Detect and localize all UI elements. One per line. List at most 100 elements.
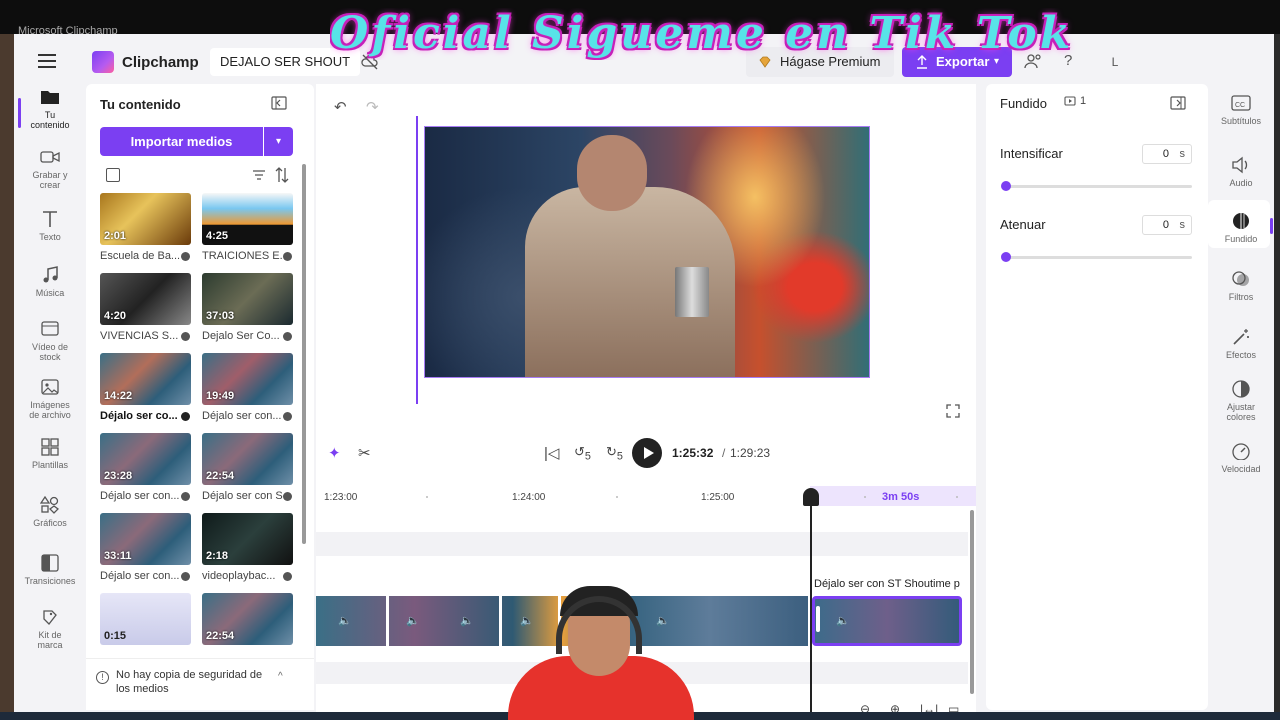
text-icon bbox=[43, 211, 57, 227]
music-icon bbox=[43, 266, 58, 283]
ruler-dot bbox=[956, 496, 958, 498]
preview-area: ↶ ↷ bbox=[316, 84, 976, 434]
rail-item-text[interactable]: Texto bbox=[14, 210, 86, 242]
desktop-background bbox=[1274, 34, 1280, 720]
fade-out-unit: s bbox=[1179, 219, 1186, 231]
volume-icon: 🔈 bbox=[460, 615, 474, 627]
check-circle-icon bbox=[283, 492, 292, 501]
rail-item-speed[interactable]: Velocidad bbox=[1208, 442, 1274, 474]
rail-item-audio[interactable]: Audio bbox=[1208, 156, 1274, 188]
fade-in-slider[interactable] bbox=[1006, 185, 1192, 188]
fade-out-slider[interactable] bbox=[1006, 256, 1192, 259]
media-duration: 14:22 bbox=[104, 390, 133, 402]
svg-text:CC: CC bbox=[1235, 102, 1245, 109]
panel-title: Tu contenido bbox=[100, 97, 181, 112]
media-thumbnail[interactable]: 22:54 bbox=[202, 593, 293, 645]
zoom-in-icon[interactable]: ⊕ bbox=[890, 702, 900, 712]
collapse-panel-icon[interactable] bbox=[271, 96, 287, 110]
fade-in-slider-thumb[interactable] bbox=[1001, 181, 1011, 191]
rewind-5-icon[interactable]: ↺5 bbox=[574, 444, 591, 463]
clip-trim-handle[interactable] bbox=[816, 606, 820, 632]
stock-video-icon bbox=[41, 321, 59, 336]
info-icon: ! bbox=[96, 671, 109, 684]
rail-label: contenido bbox=[30, 120, 70, 130]
playhead-handle[interactable] bbox=[803, 488, 819, 506]
adjust-colors-icon bbox=[1232, 380, 1250, 398]
sort-icon[interactable] bbox=[274, 166, 290, 184]
media-thumbnail[interactable]: 4:20 bbox=[100, 273, 191, 325]
camera-icon bbox=[40, 151, 60, 163]
fade-out-slider-thumb[interactable] bbox=[1001, 252, 1011, 262]
play-button[interactable] bbox=[632, 438, 662, 468]
zoom-out-icon[interactable]: ⊖ bbox=[860, 702, 870, 712]
chevron-down-icon[interactable]: ▾ bbox=[264, 127, 293, 156]
rail-item-adjust-colors[interactable]: Ajustar colores bbox=[1208, 380, 1274, 422]
rail-item-stock-video[interactable]: Vídeo de stock bbox=[14, 320, 86, 362]
fade-out-input[interactable]: 0 s bbox=[1142, 215, 1192, 235]
fade-out-value: 0 bbox=[1162, 219, 1169, 231]
scissors-icon[interactable]: ✂ bbox=[358, 444, 371, 462]
rail-label: marca bbox=[37, 640, 63, 650]
media-thumbnail[interactable]: 19:49 bbox=[202, 353, 293, 405]
media-thumbnail[interactable]: 4:25 bbox=[202, 193, 293, 245]
rail-item-stock-images[interactable]: Imágenes de archivo bbox=[14, 378, 86, 420]
rail-item-templates[interactable]: Plantillas bbox=[14, 438, 86, 470]
filter-icon[interactable] bbox=[252, 169, 266, 181]
panel-scrollbar[interactable] bbox=[302, 164, 306, 544]
expand-timeline-icon[interactable]: ▭ bbox=[948, 702, 959, 712]
media-thumbnail[interactable]: 2:01 bbox=[100, 193, 191, 245]
media-thumbnail[interactable]: 14:22 bbox=[100, 353, 191, 405]
media-thumbnail[interactable]: 23:28 bbox=[100, 433, 191, 485]
desktop-background bbox=[0, 34, 14, 720]
speed-gauge-icon bbox=[1232, 443, 1250, 460]
timeline-vertical-scrollbar[interactable] bbox=[970, 510, 974, 694]
captions-icon: CC bbox=[1231, 95, 1251, 111]
fade-icon bbox=[1233, 213, 1249, 229]
rail-item-your-content[interactable]: Tu contenido bbox=[14, 88, 86, 130]
selected-clip[interactable] bbox=[812, 596, 962, 646]
fade-in-label: Intensificar bbox=[1000, 146, 1063, 161]
rail-item-captions[interactable]: CC Subtítulos bbox=[1208, 94, 1274, 126]
fade-properties-panel: Fundido 1 Intensificar 0 s Atenuar 0 s bbox=[986, 84, 1208, 710]
fit-timeline-icon[interactable]: |↔| bbox=[920, 702, 938, 712]
rail-label: crear bbox=[39, 180, 61, 190]
skip-to-start-icon[interactable]: |◁ bbox=[544, 444, 559, 462]
media-thumbnail[interactable]: 37:03 bbox=[202, 273, 293, 325]
playhead-line bbox=[810, 498, 812, 712]
forward-5-icon[interactable]: ↻5 bbox=[606, 444, 623, 463]
media-thumbnail[interactable]: 33:11 bbox=[100, 513, 191, 565]
current-time: 1:25:32 bbox=[672, 446, 714, 460]
chevron-up-icon[interactable]: ^ bbox=[278, 671, 283, 682]
import-media-button[interactable]: Importar medios bbox=[100, 127, 263, 156]
undo-icon[interactable]: ↶ bbox=[334, 98, 347, 116]
fullscreen-icon[interactable] bbox=[946, 404, 960, 418]
rail-item-fade[interactable]: Fundido bbox=[1208, 212, 1274, 244]
rail-item-music[interactable]: Música bbox=[14, 266, 86, 298]
speaker-icon bbox=[1232, 156, 1248, 174]
rewind-seconds: 5 bbox=[584, 450, 591, 463]
rail-item-brand-kit[interactable]: Kit de marca bbox=[14, 608, 86, 650]
check-circle-icon bbox=[283, 332, 292, 341]
select-all-checkbox[interactable] bbox=[106, 168, 120, 182]
menu-icon[interactable] bbox=[38, 54, 56, 68]
rail-item-record[interactable]: Grabar y crear bbox=[14, 148, 86, 190]
rail-item-graphics[interactable]: Gráficos bbox=[14, 496, 86, 528]
sparkle-ai-icon[interactable]: ✦ bbox=[328, 444, 341, 462]
media-thumbnail[interactable]: 0:15 bbox=[100, 593, 191, 645]
rail-item-transitions[interactable]: Transiciones bbox=[14, 554, 86, 586]
rail-item-filters[interactable]: Filtros bbox=[1208, 270, 1274, 302]
rail-item-effects[interactable]: Efectos bbox=[1208, 328, 1274, 360]
clipchamp-logo-icon bbox=[92, 51, 114, 73]
rail-label: Audio bbox=[1229, 178, 1253, 188]
redo-icon[interactable]: ↷ bbox=[366, 98, 379, 116]
video-preview[interactable] bbox=[424, 126, 870, 378]
collapse-panel-icon[interactable] bbox=[1170, 96, 1186, 110]
effects-wand-icon bbox=[1233, 329, 1249, 345]
media-thumbnail[interactable]: 22:54 bbox=[202, 433, 293, 485]
ruler-dot bbox=[426, 496, 428, 498]
timeline-track bbox=[316, 532, 968, 556]
transitions-icon bbox=[41, 554, 59, 572]
backup-notice[interactable]: ! No hay copia de seguridad de los medio… bbox=[86, 658, 314, 710]
media-thumbnail[interactable]: 2:18 bbox=[202, 513, 293, 565]
fade-in-input[interactable]: 0 s bbox=[1142, 144, 1192, 164]
